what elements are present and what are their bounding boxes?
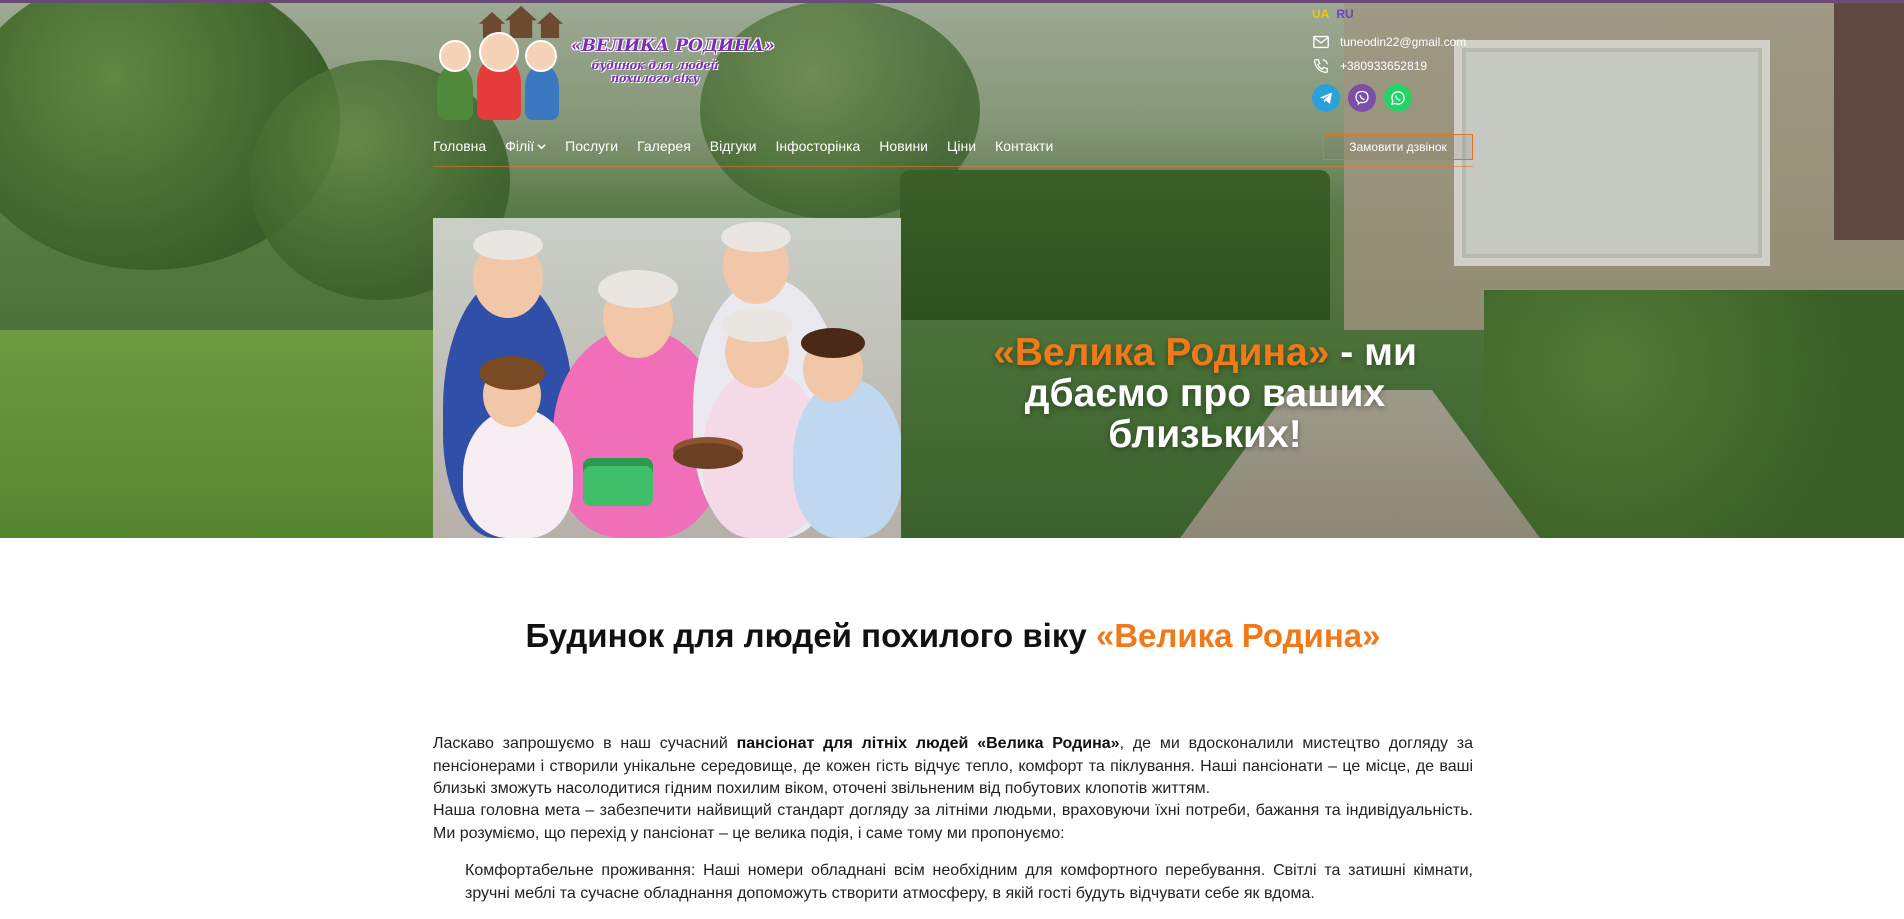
page-title: Будинок для людей похилого віку «Велика … — [433, 616, 1473, 656]
lang-ru[interactable]: RU — [1336, 7, 1353, 21]
chevron-down-icon — [537, 143, 546, 149]
nav-item-services[interactable]: Послуги — [565, 138, 618, 154]
viber-icon[interactable] — [1348, 84, 1376, 112]
top-border — [0, 0, 1904, 3]
telegram-icon[interactable] — [1312, 84, 1340, 112]
logo-tagline: будинок для людей похилого віку — [591, 59, 719, 85]
nav-item-news[interactable]: Новини — [879, 138, 928, 154]
phone-icon — [1314, 59, 1328, 73]
goal-paragraph: Наша головна мета – забезпечити найвищий… — [433, 802, 1473, 842]
phone-contact[interactable]: +380933652819 — [1312, 57, 1427, 75]
logo-name: «ВЕЛИКА РОДИНА» — [571, 36, 775, 56]
intro-bold: пансіонат для літніх людей «Велика Родин… — [736, 735, 1120, 752]
nav-item-contacts[interactable]: Контакти — [995, 138, 1053, 154]
page-title-text: Будинок для людей похилого віку — [525, 617, 1096, 654]
phone-text: +380933652819 — [1340, 59, 1428, 73]
hero-brand: «Велика Родина» — [993, 331, 1330, 374]
hero-banner — [0, 0, 1904, 538]
whatsapp-icon[interactable] — [1384, 84, 1412, 112]
gift-box — [583, 458, 653, 506]
comfort-paragraph: Комфортабельне проживання: Наші номери о… — [465, 862, 1473, 902]
email-contact[interactable]: tuneodin22@gmail.com — [1312, 33, 1466, 51]
mail-icon — [1313, 35, 1329, 49]
intro-paragraph: Ласкаво запрошуємо в наш сучасний пансіо… — [433, 733, 1473, 801]
birthday-cake — [673, 443, 743, 469]
nav-item-gallery[interactable]: Галерея — [637, 138, 691, 154]
nav-item-branches[interactable]: Філії — [505, 138, 546, 154]
nav-item-home[interactable]: Головна — [433, 138, 486, 154]
email-text: tuneodin22@gmail.com — [1340, 35, 1467, 49]
family-photo — [433, 218, 901, 538]
lang-ua[interactable]: UA — [1312, 7, 1329, 21]
hero-overlay — [0, 0, 1904, 538]
language-switcher: UA RU — [1312, 7, 1354, 21]
hero-headline: «Велика Родина» - ми дбаємо про ваших бл… — [975, 332, 1435, 455]
main-nav: Головна Філії Послуги Галерея Відгуки Ін… — [433, 138, 1053, 154]
order-call-button[interactable]: Замовити дзвінок — [1323, 134, 1473, 160]
nav-item-reviews[interactable]: Відгуки — [710, 138, 757, 154]
logo-elderly-couple-icon — [433, 32, 573, 120]
page-title-accent: «Велика Родина» — [1095, 617, 1381, 654]
intro-text: Ласкаво запрошуємо в наш сучасний — [433, 735, 737, 752]
nav-divider — [433, 166, 1473, 167]
nav-item-label: Філії — [505, 138, 535, 154]
site-logo[interactable]: «ВЕЛИКА РОДИНА» будинок для людей похило… — [433, 4, 775, 120]
nav-item-prices[interactable]: Ціни — [947, 138, 976, 154]
nav-item-info[interactable]: Інфосторінка — [775, 138, 860, 154]
social-links — [1312, 84, 1412, 112]
